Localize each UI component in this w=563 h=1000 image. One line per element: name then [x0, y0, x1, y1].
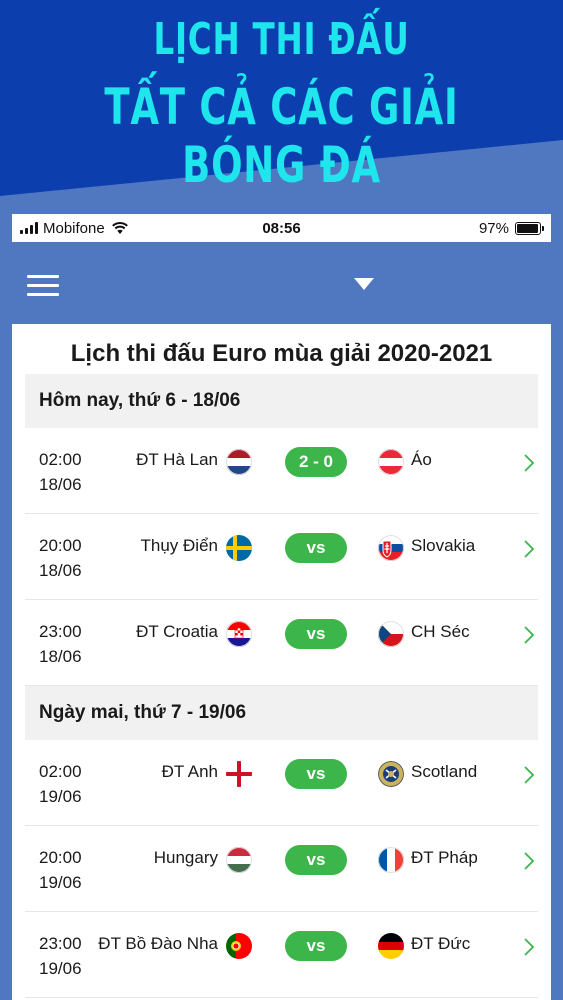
schedule-card: Lịch thi đấu Euro mùa giải 2020-2021 Hôm… — [12, 324, 551, 1000]
away-team: Slovakia — [411, 536, 476, 555]
match-row[interactable]: 23:00 19/06 ĐT Bồ Đào Nha vs ĐT Đức — [25, 912, 538, 998]
match-time: 02:00 18/06 — [39, 450, 82, 494]
match-row[interactable]: 20:00 18/06 Thụy Điển vs Slovakia — [25, 514, 538, 600]
home-team: ĐT Bồ Đào Nha — [98, 934, 218, 953]
netherlands-flag-icon — [226, 449, 252, 475]
away-team: Scotland — [411, 762, 478, 781]
day-header: Ngày mai, thứ 7 - 19/06 — [25, 686, 538, 740]
chevron-right-icon — [524, 852, 535, 870]
home-team: ĐT Croatia — [136, 622, 218, 641]
scotland-badge-icon — [378, 761, 404, 787]
match-row[interactable]: 02:00 18/06 ĐT Hà Lan 2 - 0 Áo — [25, 428, 538, 514]
score-badge: vs — [285, 759, 347, 789]
match-row[interactable]: 23:00 18/06 ĐT Croatia vs CH Séc — [25, 600, 538, 686]
slovakia-flag-icon — [378, 535, 404, 561]
caret-down-icon[interactable] — [354, 278, 374, 290]
app-bar — [12, 242, 551, 324]
battery-percent: 97% — [478, 219, 509, 237]
home-team: ĐT Anh — [161, 762, 218, 781]
signal-icon — [20, 222, 38, 234]
match-time: 20:00 18/06 — [39, 536, 82, 580]
chevron-right-icon — [524, 626, 535, 644]
england-flag-icon — [226, 761, 252, 787]
match-time: 20:00 19/06 — [39, 848, 82, 892]
score-badge: vs — [285, 845, 347, 875]
score-badge: vs — [285, 931, 347, 961]
chevron-right-icon — [524, 766, 535, 784]
score-badge: vs — [285, 533, 347, 563]
sweden-flag-icon — [226, 535, 252, 561]
home-team: Thụy Điển — [140, 536, 218, 555]
away-team: ĐT Đức — [411, 934, 471, 953]
status-bar: Mobifone 08:56 97% — [12, 214, 551, 242]
czech-flag-icon — [378, 621, 404, 647]
croatia-flag-icon — [226, 621, 252, 647]
score-badge: 2 - 0 — [285, 447, 347, 477]
battery-icon — [515, 221, 544, 235]
hungary-flag-icon — [226, 847, 252, 873]
away-team: ĐT Pháp — [411, 848, 478, 867]
chevron-right-icon — [524, 938, 535, 956]
away-team: Áo — [411, 450, 432, 469]
match-row[interactable]: 02:00 19/06 ĐT Anh vs Scotland — [25, 740, 538, 826]
away-team: CH Séc — [411, 622, 470, 641]
austria-flag-icon — [378, 449, 404, 475]
match-row[interactable]: 20:00 19/06 Hungary vs ĐT Pháp — [25, 826, 538, 912]
match-time: 23:00 19/06 — [39, 934, 82, 978]
banner-title-line-2: TẤT CẢ CÁC GIẢI BÓNG ĐÁ — [104, 78, 459, 194]
score-badge: vs — [285, 619, 347, 649]
portugal-flag-icon — [226, 933, 252, 959]
germany-flag-icon — [378, 933, 404, 959]
chevron-right-icon — [524, 540, 535, 558]
france-flag-icon — [378, 847, 404, 873]
match-time: 02:00 19/06 — [39, 762, 82, 806]
wifi-icon — [111, 221, 128, 234]
carrier-label: Mobifone — [43, 219, 105, 237]
home-team: ĐT Hà Lan — [136, 450, 218, 469]
page-title: Lịch thi đấu Euro mùa giải 2020-2021 — [70, 340, 493, 367]
hamburger-icon[interactable] — [27, 275, 59, 297]
chevron-right-icon — [524, 454, 535, 472]
match-time: 23:00 18/06 — [39, 622, 82, 666]
home-team: Hungary — [153, 848, 218, 867]
banner-title-line-1: LỊCH THI ĐẤU — [153, 14, 410, 65]
day-header: Hôm nay, thứ 6 - 18/06 — [25, 374, 538, 428]
